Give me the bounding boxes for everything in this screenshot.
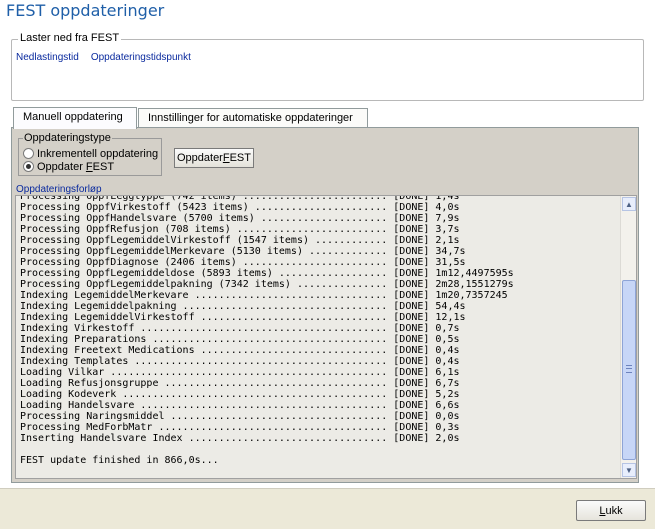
download-group-legend: Laster ned fra FEST — [18, 32, 122, 44]
download-columns: Nedlastingstid Oppdateringstidspunkt — [16, 52, 203, 63]
log-scrollbar[interactable]: ▲ ▼ — [620, 196, 636, 478]
window-content: Laster ned fra FEST Nedlastingstid Oppdat… — [0, 24, 655, 488]
log-line: Processing OppfHandelsvare (5700 items) … — [20, 213, 460, 224]
bottom-bar: Lukk — [0, 488, 655, 529]
log-line: Indexing Preparations ..................… — [20, 334, 460, 345]
log-line: Processing OppfDiagnose (2406 items) ...… — [20, 257, 466, 268]
fest-update-window: FEST oppdateringer Laster ned fra FEST N… — [0, 0, 655, 529]
tab-manual-update[interactable]: Manuell oppdatering — [13, 107, 137, 129]
log-line: Processing OppfRefusjon (708 items) ....… — [20, 224, 460, 235]
radio-checked-icon[interactable] — [23, 161, 34, 172]
progress-label: Oppdateringsforløp — [16, 184, 102, 195]
radio-update-fest-label: Oppdater FEST — [37, 160, 115, 173]
log-line: Loading Vilkar .........................… — [20, 367, 460, 378]
radio-icon[interactable] — [23, 148, 34, 159]
column-download-time[interactable]: Nedlastingstid — [16, 52, 79, 63]
column-update-time[interactable]: Oppdateringstidspunkt — [91, 52, 191, 63]
title-bar: FEST oppdateringer — [0, 0, 655, 24]
update-fest-button[interactable]: Oppdater F EST — [174, 148, 254, 168]
log-line: Indexing Virkestoff ....................… — [20, 323, 460, 334]
scrollbar-grip-icon — [626, 365, 632, 373]
close-button[interactable]: Lukk — [576, 500, 646, 521]
download-group: Laster ned fra FEST Nedlastingstid Oppdat… — [11, 32, 644, 101]
radio-incremental-label: Inkrementell oppdatering — [37, 147, 159, 160]
log-line: Processing OppfLegemiddelVirkestoff (154… — [20, 235, 460, 246]
scroll-up-arrow-icon[interactable]: ▲ — [622, 197, 636, 211]
log-final-line: FEST update finished in 866,0s... — [20, 455, 219, 466]
progress-log-text: Processing OppfLeggtyppe (742 items) ...… — [20, 195, 616, 466]
window-title: FEST oppdateringer — [6, 1, 165, 20]
log-line: Processing MedForbMatr .................… — [20, 422, 460, 433]
log-line: Processing OppfLegemiddelpakning (7342 i… — [20, 279, 514, 290]
log-line: Loading Refusjonsgruppe ................… — [20, 378, 460, 389]
log-line: Processing OppfLegemiddeldose (5893 item… — [20, 268, 514, 279]
log-line: Loading Handelsvare ....................… — [20, 400, 460, 411]
manual-update-panel: Oppdateringstype Inkrementell oppdaterin… — [11, 127, 639, 483]
log-line: Inserting Handelsvare Index ............… — [20, 433, 460, 444]
tab-automatic-update-settings[interactable]: Innstillinger for automatiske oppdaterin… — [138, 108, 368, 129]
log-line: Processing Naringsmiddel ...............… — [20, 411, 460, 422]
radio-update-fest[interactable]: Oppdater FEST — [23, 160, 114, 173]
log-line: Processing OppfLeggtyppe (742 items) ...… — [20, 195, 460, 202]
log-line: Loading Kodeverk .......................… — [20, 389, 460, 400]
log-line: Indexing LegemiddelVirkestoff ..........… — [20, 312, 466, 323]
update-type-group: Oppdateringstype Inkrementell oppdaterin… — [18, 132, 162, 176]
radio-incremental-update[interactable]: Inkrementell oppdatering — [23, 147, 158, 160]
scroll-down-arrow-icon[interactable]: ▼ — [622, 463, 636, 477]
log-line: Indexing Legemiddelpakning .............… — [20, 301, 466, 312]
log-line: Processing OppfVirkestoff (5423 items) .… — [20, 202, 460, 213]
update-type-legend: Oppdateringstype — [23, 132, 112, 144]
log-line: Processing OppfLegemiddelMerkevare (5130… — [20, 246, 466, 257]
scrollbar-thumb[interactable] — [622, 280, 636, 460]
progress-log[interactable]: Processing OppfLeggtyppe (742 items) ...… — [15, 195, 637, 479]
log-line: Indexing Templates .....................… — [20, 356, 460, 367]
log-line: Indexing Freetext Medications ..........… — [20, 345, 460, 356]
log-line: Indexing LegemiddelMerkevare ...........… — [20, 290, 508, 301]
